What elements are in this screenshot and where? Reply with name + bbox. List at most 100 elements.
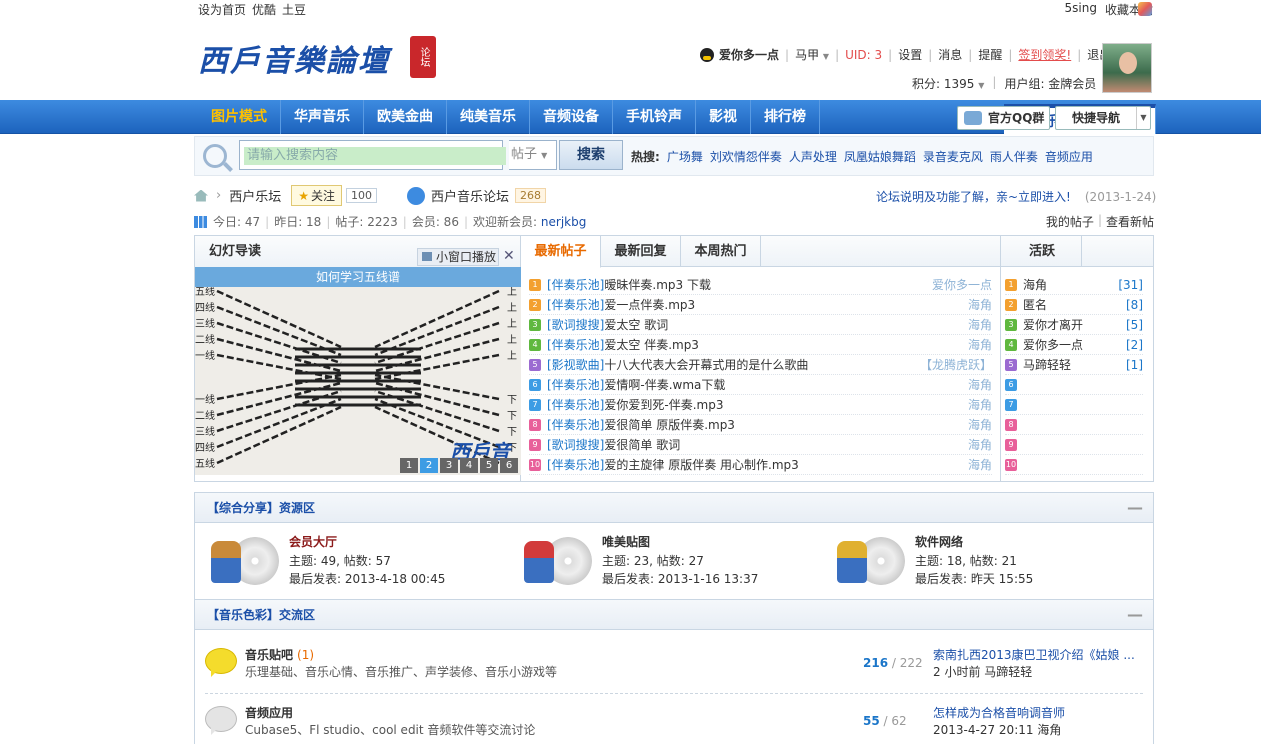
newest-member-link[interactable]: nerjkbg: [541, 215, 586, 229]
thread-category-link[interactable]: [影视歌曲]: [547, 355, 604, 375]
slide-page-button[interactable]: 1: [400, 458, 418, 473]
last-post-title-link[interactable]: 怎样成为合格音响调音师: [933, 704, 1143, 721]
hot-search-link[interactable]: 雨人伴奏: [990, 148, 1038, 165]
breadcrumb-home[interactable]: 西户乐坛: [229, 186, 281, 205]
bookmark-icon[interactable]: [1138, 2, 1152, 16]
thread-category-link[interactable]: [歌词搜搜]: [547, 435, 604, 455]
section-title[interactable]: 【音乐色彩】交流区: [207, 608, 315, 622]
thread-category-link[interactable]: [伴奏乐池]: [547, 455, 604, 475]
thread-title-link[interactable]: 十八大代表大会开幕式用的是什么歌曲: [604, 355, 914, 375]
tab-1[interactable]: 最新回复: [601, 236, 681, 267]
slide-page-button[interactable]: 4: [460, 458, 478, 473]
mini-window-button[interactable]: 小窗口播放: [417, 248, 499, 266]
hot-search-link[interactable]: 刘欢情怨伴奏: [710, 148, 782, 165]
thread-category-link[interactable]: [伴奏乐池]: [547, 415, 604, 435]
search-type-select[interactable]: 帖子 ▼: [509, 140, 557, 170]
thread-category-link[interactable]: [伴奏乐池]: [547, 295, 604, 315]
forum-name-link[interactable]: 软件网络: [915, 533, 963, 550]
username-link[interactable]: 爱你多一点: [719, 46, 779, 63]
forum-last-post-link[interactable]: 最后发表: 2013-4-18 00:45: [289, 570, 445, 587]
thread-category-link[interactable]: [伴奏乐池]: [547, 395, 604, 415]
forum-name-link[interactable]: 唯美贴图: [602, 533, 650, 550]
my-posts-link[interactable]: 我的帖子: [1046, 213, 1094, 230]
nav-item-4[interactable]: 纯美音乐: [447, 100, 530, 134]
chat-bubble-icon[interactable]: [205, 648, 237, 674]
qq-group-button[interactable]: 官方QQ群: [957, 106, 1050, 130]
follow-button[interactable]: 关注: [291, 185, 342, 206]
tab-0[interactable]: 最新帖子: [521, 236, 601, 268]
thread-title-link[interactable]: 爱太空 歌词: [604, 315, 962, 335]
thread-title-link[interactable]: 爱很简单 原版伴奏.mp3: [604, 415, 962, 435]
slide-image[interactable]: 五线四线三线二线一线一线二线三线四线五线上上上上上下下下下下 西戶音: [195, 287, 521, 475]
slide-caption[interactable]: 如何学习五线谱: [195, 267, 521, 287]
collapse-icon[interactable]: —: [1127, 600, 1143, 630]
thread-title-link[interactable]: 爱很简单 歌词: [604, 435, 962, 455]
nav-item-1[interactable]: 图片模式: [198, 100, 281, 134]
thread-author-link[interactable]: 海角: [968, 395, 992, 415]
nav-item-3[interactable]: 欧美金曲: [364, 100, 447, 134]
slide-page-button[interactable]: 6: [500, 458, 518, 473]
thread-author-link[interactable]: 海角: [968, 315, 992, 335]
section-title[interactable]: 【综合分享】资源区: [207, 501, 315, 515]
thread-author-link[interactable]: 【龙腾虎跃】: [920, 355, 992, 375]
slide-page-button[interactable]: 2: [420, 458, 438, 473]
notice-link[interactable]: 论坛说明及功能了解，亲~立即进入!: [876, 190, 1071, 204]
thread-category-link[interactable]: [伴奏乐池]: [547, 275, 604, 295]
last-post-title-link[interactable]: 索南扎西2013康巴卫视介绍《姑娘 ...: [933, 646, 1143, 663]
forum-last-post-link[interactable]: 最后发表: 2013-1-16 13:37: [602, 570, 758, 587]
user-group-link[interactable]: 用户组: 金牌会员: [1004, 75, 1096, 92]
forum-icon[interactable]: [207, 535, 279, 585]
avatar[interactable]: [1102, 43, 1152, 93]
thread-title-link[interactable]: 爱的主旋律 原版伴奏 用心制作.mp3: [604, 455, 962, 475]
nav-item-7[interactable]: 影视: [696, 100, 751, 134]
settings-link[interactable]: 设置: [898, 46, 922, 63]
thread-author-link[interactable]: 爱你多一点: [932, 275, 992, 295]
nav-item-6[interactable]: 手机铃声: [613, 100, 696, 134]
thread-category-link[interactable]: [伴奏乐池]: [547, 335, 604, 355]
search-button[interactable]: 搜索: [559, 140, 623, 170]
hot-search-link[interactable]: 音频应用: [1045, 148, 1093, 165]
new-posts-link[interactable]: 查看新帖: [1106, 213, 1154, 230]
forum-name-link[interactable]: 音频应用: [245, 706, 293, 720]
chat-bubble-icon[interactable]: [205, 706, 237, 732]
remind-link[interactable]: 提醒: [978, 46, 1002, 63]
slide-page-button[interactable]: 5: [480, 458, 498, 473]
tab-2[interactable]: 本周热门: [681, 236, 761, 267]
thread-author-link[interactable]: 海角: [968, 415, 992, 435]
hot-search-link[interactable]: 录音麦克风: [923, 148, 983, 165]
uid-link[interactable]: UID: 3: [845, 48, 882, 62]
quick-nav-button[interactable]: 快捷导航 ▼: [1055, 106, 1151, 130]
tudou-link[interactable]: 土豆: [282, 1, 306, 18]
5sing-link[interactable]: 5sing: [1065, 1, 1097, 18]
active-user-link[interactable]: 爱你才离开: [1023, 315, 1126, 335]
thread-title-link[interactable]: 爱太空 伴奏.mp3: [604, 335, 962, 355]
close-icon[interactable]: ✕: [503, 248, 515, 264]
slide-page-button[interactable]: 3: [440, 458, 458, 473]
thread-category-link[interactable]: [歌词搜搜]: [547, 315, 604, 335]
nav-item-5[interactable]: 音频设备: [530, 100, 613, 134]
thread-author-link[interactable]: 海角: [968, 455, 992, 475]
thread-title-link[interactable]: 暧昧伴奏.mp3 下载: [604, 275, 926, 295]
hot-search-link[interactable]: 凤凰姑娘舞蹈: [844, 148, 916, 165]
forum-name-link[interactable]: 会员大厅: [289, 533, 337, 550]
forum-last-post-link[interactable]: 最后发表: 昨天 15:55: [915, 570, 1033, 587]
forum-icon[interactable]: [833, 535, 905, 585]
active-user-link[interactable]: 马蹄轻轻: [1023, 355, 1126, 375]
nav-item-2[interactable]: 华声音乐: [281, 100, 364, 134]
home-icon[interactable]: [194, 189, 208, 202]
hot-search-link[interactable]: 人声处理: [789, 148, 837, 165]
search-input[interactable]: 请输入搜索内容: [244, 147, 506, 165]
active-user-link[interactable]: 海角: [1023, 275, 1118, 295]
active-user-link[interactable]: 匿名: [1023, 295, 1126, 315]
thread-title-link[interactable]: 爱一点伴奏.mp3: [604, 295, 962, 315]
messages-link[interactable]: 消息: [938, 46, 962, 63]
forum-name-link[interactable]: 音乐贴吧: [245, 648, 293, 662]
thread-category-link[interactable]: [伴奏乐池]: [547, 375, 604, 395]
set-home-link[interactable]: 设为首页: [198, 1, 246, 18]
thread-title-link[interactable]: 爱情啊-伴奏.wma下载: [604, 375, 962, 395]
signin-link[interactable]: 签到领奖!: [1018, 46, 1071, 63]
youku-link[interactable]: 优酷: [252, 1, 276, 18]
points-dropdown[interactable]: 积分: 1395 ▼: [912, 75, 984, 92]
thread-author-link[interactable]: 海角: [968, 295, 992, 315]
thread-author-link[interactable]: 海角: [968, 435, 992, 455]
